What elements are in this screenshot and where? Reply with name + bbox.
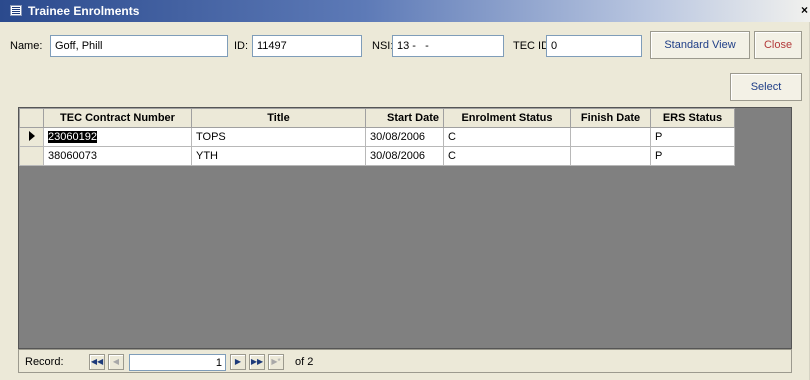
header-row: TEC Contract Number Title Start Date Enr…: [19, 108, 735, 128]
column-header-start-date[interactable]: Start Date: [365, 108, 444, 128]
cell-enrolment-status[interactable]: C: [443, 146, 571, 166]
window-title: Trainee Enrolments: [28, 4, 140, 18]
column-header-tec-contract-number[interactable]: TEC Contract Number: [43, 108, 192, 128]
next-record-icon[interactable]: ▶: [230, 354, 246, 370]
form-icon: [10, 5, 22, 16]
nsi-label: NSI:: [372, 40, 394, 52]
column-header-finish-date[interactable]: Finish Date: [570, 108, 651, 128]
column-header-ers-status[interactable]: ERS Status: [650, 108, 735, 128]
cell-start-date[interactable]: 30/08/2006: [365, 127, 444, 147]
record-count: of 2: [295, 356, 314, 368]
cell-finish-date[interactable]: [570, 127, 651, 147]
standard-view-button[interactable]: Standard View: [650, 31, 750, 59]
new-record-icon[interactable]: ▶*: [268, 354, 284, 370]
name-label: Name:: [10, 40, 43, 52]
enrolments-datasheet[interactable]: TEC Contract Number Title Start Date Enr…: [18, 107, 792, 349]
column-header-enrolment-status[interactable]: Enrolment Status: [443, 108, 571, 128]
title-bar[interactable]: Trainee Enrolments ×: [0, 0, 810, 22]
cell-tec-contract-number[interactable]: 23060192: [43, 127, 192, 147]
cell-start-date[interactable]: 30/08/2006: [365, 146, 444, 166]
table-row[interactable]: 23060192 TOPS 30/08/2006 C P: [19, 127, 735, 147]
window-close-icon[interactable]: ×: [801, 3, 808, 17]
cell-tec-contract-number-value: 23060192: [48, 131, 97, 143]
row-selector[interactable]: [19, 146, 44, 166]
nsi-field[interactable]: [392, 35, 504, 57]
last-record-icon[interactable]: ▶▶: [249, 354, 265, 370]
cell-finish-date[interactable]: [570, 146, 651, 166]
record-navigation-bar: Record: ◀◀ ◀ ▶ ▶▶ ▶* of 2: [18, 349, 792, 373]
previous-record-icon[interactable]: ◀: [108, 354, 124, 370]
enrolments-table: TEC Contract Number Title Start Date Enr…: [19, 108, 735, 166]
trainee-enrolments-window: Trainee Enrolments × Name: ID: NSI: TEC …: [0, 0, 810, 380]
current-record-field[interactable]: [129, 354, 226, 371]
current-record-icon: [28, 130, 35, 141]
cell-enrolment-status[interactable]: C: [443, 127, 571, 147]
column-header-title[interactable]: Title: [191, 108, 366, 128]
cell-title[interactable]: YTH: [191, 146, 366, 166]
row-selector[interactable]: [19, 127, 44, 147]
cell-tec-contract-number[interactable]: 38060073: [43, 146, 192, 166]
first-record-icon[interactable]: ◀◀: [89, 354, 105, 370]
select-button[interactable]: Select: [730, 73, 802, 101]
id-field[interactable]: [252, 35, 362, 57]
close-button[interactable]: Close: [754, 31, 802, 59]
cell-ers-status[interactable]: P: [650, 146, 735, 166]
name-field[interactable]: [50, 35, 228, 57]
id-label: ID:: [234, 40, 249, 52]
cell-title[interactable]: TOPS: [191, 127, 366, 147]
record-label: Record:: [25, 356, 64, 368]
cell-ers-status[interactable]: P: [650, 127, 735, 147]
row-selector-header[interactable]: [19, 108, 44, 128]
tec-id-field[interactable]: [546, 35, 642, 57]
table-row[interactable]: 38060073 YTH 30/08/2006 C P: [19, 146, 735, 166]
